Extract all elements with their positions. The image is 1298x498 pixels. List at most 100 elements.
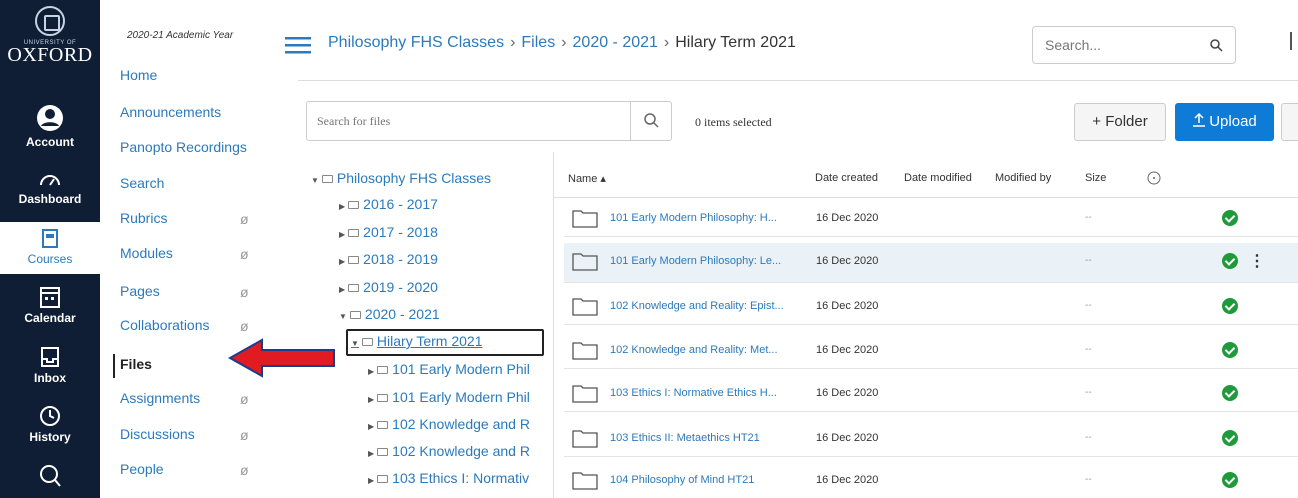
selected-count: 0 items selected [695, 115, 772, 129]
table-row[interactable]: 103 Ethics II: Metaethics HT21 16 Dec 20… [564, 420, 1298, 457]
expanded-caret-icon[interactable]: ▼ [311, 176, 319, 185]
course-nav-rubrics-label: Rubrics [120, 210, 168, 226]
course-nav-home[interactable]: Home [120, 67, 260, 83]
table-row[interactable]: 101 Early Modern Philosophy: H... 16 Dec… [564, 200, 1298, 237]
search-icon[interactable] [1209, 38, 1223, 52]
published-check-icon[interactable] [1222, 298, 1238, 314]
course-nav-pages[interactable]: Pages ø [120, 283, 260, 300]
tree-node-label: 2019 - 2020 [363, 279, 438, 295]
collapsed-caret-icon[interactable]: ▶ [368, 395, 374, 404]
folder-icon [572, 430, 598, 448]
upload-button[interactable]: Upload [1175, 103, 1274, 141]
column-date-modified[interactable]: Date modified [904, 172, 972, 184]
column-name[interactable]: Name ▴ [568, 172, 606, 185]
file-name-link[interactable]: 101 Early Modern Philosophy: H... [610, 212, 777, 224]
course-nav-discussions[interactable]: Discussions ø [120, 426, 260, 443]
breadcrumb-separator: › [510, 34, 516, 51]
file-name-link[interactable]: 103 Ethics II: Metaethics HT21 [610, 432, 760, 444]
published-check-icon[interactable] [1222, 472, 1238, 488]
table-row[interactable]: 102 Knowledge and Reality: Met... 16 Dec… [564, 332, 1298, 369]
course-nav-collaborations[interactable]: Collaborations ø [120, 317, 260, 334]
university-logo[interactable]: UNIVERSITY OF OXFORD [0, 0, 100, 100]
breadcrumb-files[interactable]: Files [521, 34, 555, 51]
collapsed-caret-icon[interactable]: ▶ [368, 422, 374, 431]
published-check-icon[interactable] [1222, 385, 1238, 401]
upload-button-label: Upload [1209, 113, 1257, 130]
table-row[interactable]: 101 Early Modern Philosophy: Le... 16 De… [564, 243, 1298, 283]
tree-divider[interactable] [553, 152, 554, 498]
column-size[interactable]: Size [1085, 172, 1106, 184]
tree-node[interactable]: ▼ 2020 - 2021 [339, 306, 440, 322]
breadcrumb-year[interactable]: 2020 - 2021 [573, 34, 658, 51]
tree-node[interactable]: ▶ 2018 - 2019 [339, 251, 438, 267]
header-search-input[interactable]: Search... [1032, 26, 1236, 64]
tree-node[interactable]: ▶ 2017 - 2018 [339, 224, 438, 240]
collapsed-caret-icon[interactable]: ▶ [339, 230, 345, 239]
file-search-button[interactable] [630, 102, 671, 140]
collapsed-caret-icon[interactable]: ▶ [339, 257, 345, 266]
file-size: -- [1085, 387, 1092, 398]
file-name-link[interactable]: 101 Early Modern Philosophy: Le... [610, 255, 781, 267]
file-size: -- [1085, 432, 1092, 443]
tree-node[interactable]: ▶ 2019 - 2020 [339, 279, 438, 295]
file-name-link[interactable]: 103 Ethics I: Normative Ethics H... [610, 387, 777, 399]
published-check-icon[interactable] [1222, 253, 1238, 269]
nav-dashboard[interactable]: Dashboard [0, 168, 100, 206]
collapsed-caret-icon[interactable]: ▶ [368, 367, 374, 376]
course-nav-modules[interactable]: Modules ø [120, 245, 260, 262]
page-header: Philosophy FHS Classes › Files › 2020 - 2021… [285, 26, 1298, 66]
hamburger-menu-icon[interactable] [285, 35, 311, 55]
tree-node-label: 2018 - 2019 [363, 251, 438, 267]
tree-node[interactable]: ▶ 103 Ethics I: Normativ [368, 470, 529, 486]
nav-inbox[interactable]: Inbox [0, 345, 100, 385]
file-name-link[interactable]: 104 Philosophy of Mind HT21 [610, 474, 754, 486]
tree-node[interactable]: ▶ 101 Early Modern Phil [368, 361, 530, 377]
published-check-icon[interactable] [1222, 430, 1238, 446]
expanded-caret-icon[interactable]: ▼ [339, 312, 347, 321]
header-search-placeholder: Search... [1045, 37, 1102, 53]
folder-icon [377, 366, 389, 374]
nav-help[interactable] [0, 462, 100, 494]
nav-calendar[interactable]: Calendar [0, 285, 100, 325]
course-nav-rubrics[interactable]: Rubrics ø [120, 210, 260, 227]
course-nav-announcements[interactable]: Announcements [120, 104, 260, 120]
table-row[interactable]: 104 Philosophy of Mind HT21 16 Dec 2020 … [564, 462, 1298, 498]
course-nav-panopto[interactable]: Panopto Recordings [120, 139, 260, 155]
kebab-menu-icon[interactable]: ⋮ [1249, 251, 1265, 271]
history-icon [40, 406, 60, 426]
course-nav-assignments[interactable]: Assignments ø [120, 390, 260, 407]
tree-node-root[interactable]: ▼ Philosophy FHS Classes [311, 170, 491, 186]
tree-node-label: 101 Early Modern Phil [392, 389, 530, 405]
file-size: -- [1085, 344, 1092, 355]
course-nav-modules-label: Modules [120, 245, 173, 261]
breadcrumb-course[interactable]: Philosophy FHS Classes [328, 34, 504, 51]
column-modified-by[interactable]: Modified by [995, 172, 1051, 184]
info-icon[interactable] [1147, 171, 1161, 185]
file-search-input[interactable] [307, 102, 632, 140]
nav-account[interactable]: Account [0, 103, 100, 149]
tree-node[interactable]: ▶ 101 Early Modern Phil [368, 389, 530, 405]
collapsed-caret-icon[interactable]: ▶ [339, 285, 345, 294]
nav-courses-label: Courses [27, 252, 73, 266]
collapsed-caret-icon[interactable]: ▶ [368, 449, 374, 458]
tree-node[interactable]: ▶ 102 Knowledge and R [368, 443, 530, 459]
add-folder-button[interactable]: + Folder [1074, 103, 1166, 141]
tree-node[interactable]: ▶ 2016 - 2017 [339, 196, 438, 212]
folder-icon [572, 298, 598, 316]
file-name-link[interactable]: 102 Knowledge and Reality: Epist... [610, 300, 784, 312]
table-row[interactable]: 102 Knowledge and Reality: Epist... 16 D… [564, 288, 1298, 325]
course-nav-people[interactable]: People ø [120, 461, 260, 478]
table-row[interactable]: 103 Ethics I: Normative Ethics H... 16 D… [564, 375, 1298, 412]
search-icon [644, 113, 659, 128]
nav-courses[interactable]: Courses [0, 222, 100, 274]
column-date-created[interactable]: Date created [815, 172, 878, 184]
course-nav-search[interactable]: Search [120, 175, 260, 191]
tree-node[interactable]: ▶ 102 Knowledge and R [368, 416, 530, 432]
file-name-link[interactable]: 102 Knowledge and Reality: Met... [610, 344, 778, 356]
published-check-icon[interactable] [1222, 342, 1238, 358]
collapsed-caret-icon[interactable]: ▶ [368, 476, 374, 485]
published-check-icon[interactable] [1222, 210, 1238, 226]
more-button[interactable] [1281, 103, 1298, 141]
nav-history[interactable]: History [0, 404, 100, 444]
collapsed-caret-icon[interactable]: ▶ [339, 202, 345, 211]
